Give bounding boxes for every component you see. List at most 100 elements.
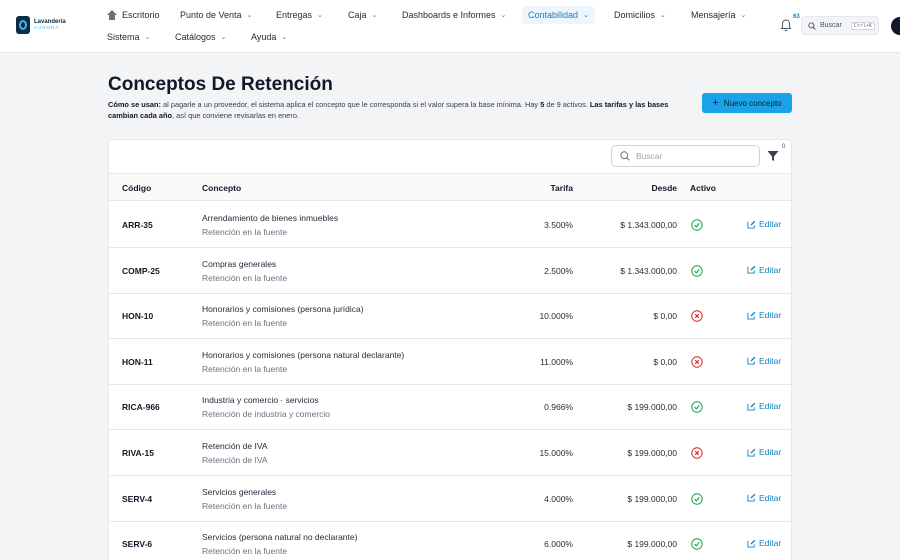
- table-row[interactable]: ARR-35 Arrendamiento de bienes inmuebles…: [109, 202, 791, 248]
- row-rate: 10.000%: [539, 311, 573, 322]
- edit-label: Editar: [759, 355, 782, 366]
- nav-label: Caja: [348, 10, 367, 20]
- edit-button[interactable]: Editar: [747, 493, 781, 503]
- brand-logo[interactable]: Lavandería AURORA: [16, 16, 66, 34]
- edit-icon: [747, 220, 756, 229]
- nav-mensajeria[interactable]: Mensajería ⌄: [691, 6, 746, 24]
- edit-button[interactable]: Editar: [747, 447, 781, 457]
- bell-icon[interactable]: [780, 19, 792, 32]
- table-row[interactable]: RIVA-15 Retención de IVA Retención de IV…: [109, 430, 791, 476]
- active-check-icon: [691, 492, 703, 505]
- plus-icon: +: [712, 96, 719, 109]
- desc-lead: Cómo se usan:: [108, 100, 161, 109]
- row-concept-type: Retención en la fuente: [202, 272, 288, 283]
- nav-entregas[interactable]: Entregas ⌄: [276, 6, 323, 24]
- chevron-down-icon: ⌄: [144, 34, 151, 41]
- column-header-rate[interactable]: Tarifa: [550, 183, 573, 193]
- chevron-down-icon: ⌄: [660, 12, 666, 19]
- edit-label: Editar: [759, 310, 782, 321]
- edit-label: Editar: [759, 492, 782, 503]
- edit-label: Editar: [759, 264, 782, 275]
- edit-label: Editar: [759, 538, 782, 549]
- column-header-concept[interactable]: Concepto: [202, 183, 241, 193]
- search-icon: [620, 151, 630, 161]
- row-code: HON-10: [122, 311, 154, 322]
- edit-button[interactable]: Editar: [747, 310, 781, 320]
- table-search-input[interactable]: [636, 151, 746, 161]
- nav-label: Dashboards e Informes: [402, 10, 496, 20]
- nav-label: Contabilidad: [528, 10, 579, 20]
- nav-punto-de-venta[interactable]: Punto de Venta ⌄: [180, 6, 252, 24]
- row-concept-type: Retención de IVA: [202, 455, 268, 465]
- inactive-x-icon: [691, 356, 703, 368]
- row-rate: 0.966%: [544, 402, 573, 413]
- column-header-since[interactable]: Desde: [651, 183, 677, 193]
- table-row[interactable]: HON-11 Honorarios y comisiones (persona …: [109, 339, 791, 385]
- edit-icon: [747, 311, 756, 320]
- chevron-down-icon: ⌄: [220, 34, 227, 41]
- edit-button[interactable]: Editar: [747, 356, 781, 366]
- row-rate: 2.500%: [544, 265, 573, 276]
- chevron-down-icon: ⌄: [246, 12, 253, 19]
- nav-label: Domicilios: [614, 10, 656, 20]
- edit-button[interactable]: Editar: [747, 265, 781, 275]
- inactive-x-icon: [691, 310, 703, 322]
- nav-escritorio[interactable]: Escritorio: [107, 6, 160, 24]
- desc-text2: de 9 activos.: [544, 100, 590, 109]
- row-concept: Arrendamiento de bienes inmuebles: [202, 213, 339, 223]
- row-code: SERV-6: [122, 539, 153, 550]
- row-concept: Retención de IVA: [202, 441, 268, 451]
- table-row[interactable]: HON-10 Honorarios y comisiones (persona …: [109, 293, 791, 340]
- row-since: $ 1.343.000,00: [620, 220, 677, 230]
- row-rate: 15.000%: [539, 448, 573, 458]
- desc-text3: , así que conviene revisarlas en enero.: [172, 111, 300, 120]
- row-code: COMP-25: [122, 265, 160, 276]
- row-rate: 4.000%: [544, 493, 573, 504]
- edit-icon: [747, 448, 756, 457]
- table-row[interactable]: SERV-4 Servicios generales Retención en …: [109, 476, 791, 522]
- table-search[interactable]: [611, 145, 760, 167]
- edit-button[interactable]: Editar: [747, 219, 781, 229]
- nav-ayuda[interactable]: Ayuda ⌄: [251, 28, 287, 46]
- table-row[interactable]: COMP-25 Compras generales Retención en l…: [109, 248, 791, 294]
- global-search-button[interactable]: Buscar Ctrl+K: [801, 16, 879, 35]
- home-icon: [107, 10, 117, 20]
- new-concept-button[interactable]: + Nuevo concepto: [702, 93, 792, 113]
- nav-caja[interactable]: Caja ⌄: [348, 6, 377, 24]
- nav-contabilidad[interactable]: Contabilidad ⌄: [522, 6, 595, 24]
- row-concept: Honorarios y comisiones (persona jurídic…: [202, 304, 364, 315]
- nav-label: Ayuda: [251, 32, 277, 42]
- row-concept-type: Retención de industria y comercio: [202, 409, 331, 420]
- row-concept: Honorarios y comisiones (persona natural…: [202, 349, 405, 360]
- nav-catalogos[interactable]: Catálogos ⌄: [175, 28, 226, 46]
- concepts-table-card: 0 Código Concepto Tarifa Desde Activo AR…: [108, 139, 792, 560]
- search-icon: [808, 21, 816, 30]
- row-concept: Servicios generales: [202, 486, 277, 497]
- column-header-code[interactable]: Código: [122, 183, 151, 193]
- column-header-active[interactable]: Activo: [690, 183, 716, 193]
- edit-icon: [747, 265, 756, 274]
- row-code: RICA-966: [122, 402, 160, 413]
- avatar[interactable]: [891, 17, 900, 35]
- nav-dashboards[interactable]: Dashboards e Informes ⌄: [402, 6, 506, 24]
- edit-button[interactable]: Editar: [747, 538, 781, 548]
- search-shortcut: Ctrl+K: [850, 21, 875, 30]
- edit-icon: [747, 539, 756, 548]
- row-since: $ 1.343.000,00: [620, 265, 677, 276]
- nav-label: Mensajería: [691, 10, 736, 20]
- nav-domicilios[interactable]: Domicilios ⌄: [614, 6, 666, 24]
- desc-text1: al pagarle a un proveedor, el sistema ap…: [160, 100, 541, 109]
- filter-icon[interactable]: [767, 150, 779, 162]
- row-concept-type: Retención en la fuente: [202, 318, 288, 329]
- new-concept-label: Nuevo concepto: [723, 98, 782, 108]
- edit-icon: [747, 357, 756, 365]
- chevron-down-icon: ⌄: [740, 12, 747, 19]
- row-code: ARR-35: [122, 220, 153, 230]
- chevron-down-icon: ⌄: [281, 34, 288, 41]
- row-since: $ 0,00: [653, 356, 677, 367]
- table-header: Código Concepto Tarifa Desde Activo: [109, 173, 791, 201]
- table-row[interactable]: SERV-6 Servicios (persona natural no dec…: [109, 521, 791, 560]
- edit-button[interactable]: Editar: [747, 401, 781, 411]
- nav-sistema[interactable]: Sistema ⌄: [107, 28, 150, 46]
- table-row[interactable]: RICA-966 Industria y comercio · servicio…: [109, 384, 791, 431]
